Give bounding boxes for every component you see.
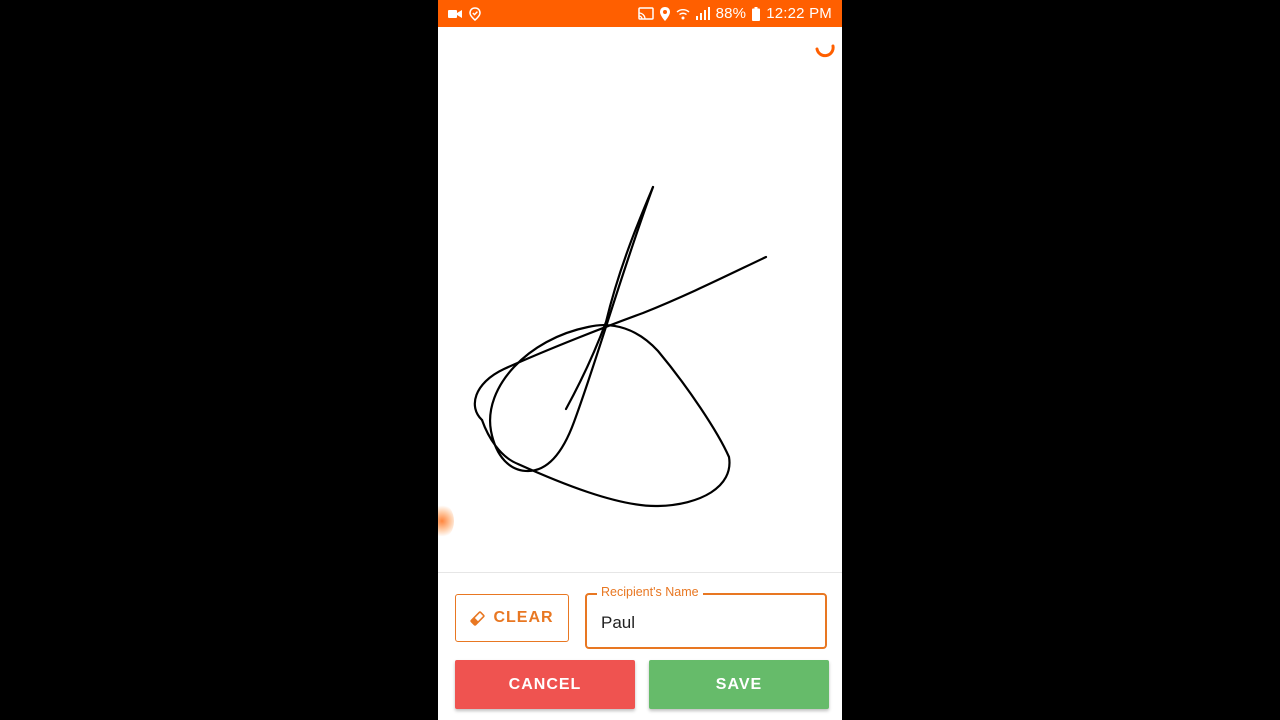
cancel-button-label: CANCEL [508,675,582,693]
loading-spinner-icon [815,44,835,58]
signature-drawing [473,185,768,508]
wifi-icon [676,8,690,20]
recipient-name-input[interactable]: Paul [601,613,635,633]
save-button[interactable]: SAVE [649,660,829,709]
battery-percent: 88% [715,5,747,22]
save-button-label: SAVE [715,675,763,693]
phone-screen: 88% 12:22 PM CLEAR Recipient's Name Paul… [438,0,842,720]
location-check-icon [468,6,482,21]
status-left-icons [448,6,482,21]
signature-pad[interactable] [438,27,842,572]
clear-button-label: CLEAR [493,609,554,626]
status-bar: 88% 12:22 PM [438,0,842,27]
signal-icon [695,7,710,20]
location-pin-icon [659,6,670,21]
cast-icon [637,7,654,20]
battery-icon [752,6,761,21]
recipient-name-label: Recipient's Name [597,585,703,599]
signature-stroke-tail [564,185,655,411]
status-time: 12:22 PM [766,5,832,22]
cancel-button[interactable]: CANCEL [455,660,635,709]
eraser-icon [470,610,486,626]
signature-stroke-outline [480,185,731,508]
recipient-name-field[interactable]: Recipient's Name Paul [585,585,827,649]
video-camera-icon [448,9,462,19]
clear-button[interactable]: CLEAR [455,594,569,642]
divider [438,572,842,573]
status-right-icons: 88% 12:22 PM [637,5,832,22]
